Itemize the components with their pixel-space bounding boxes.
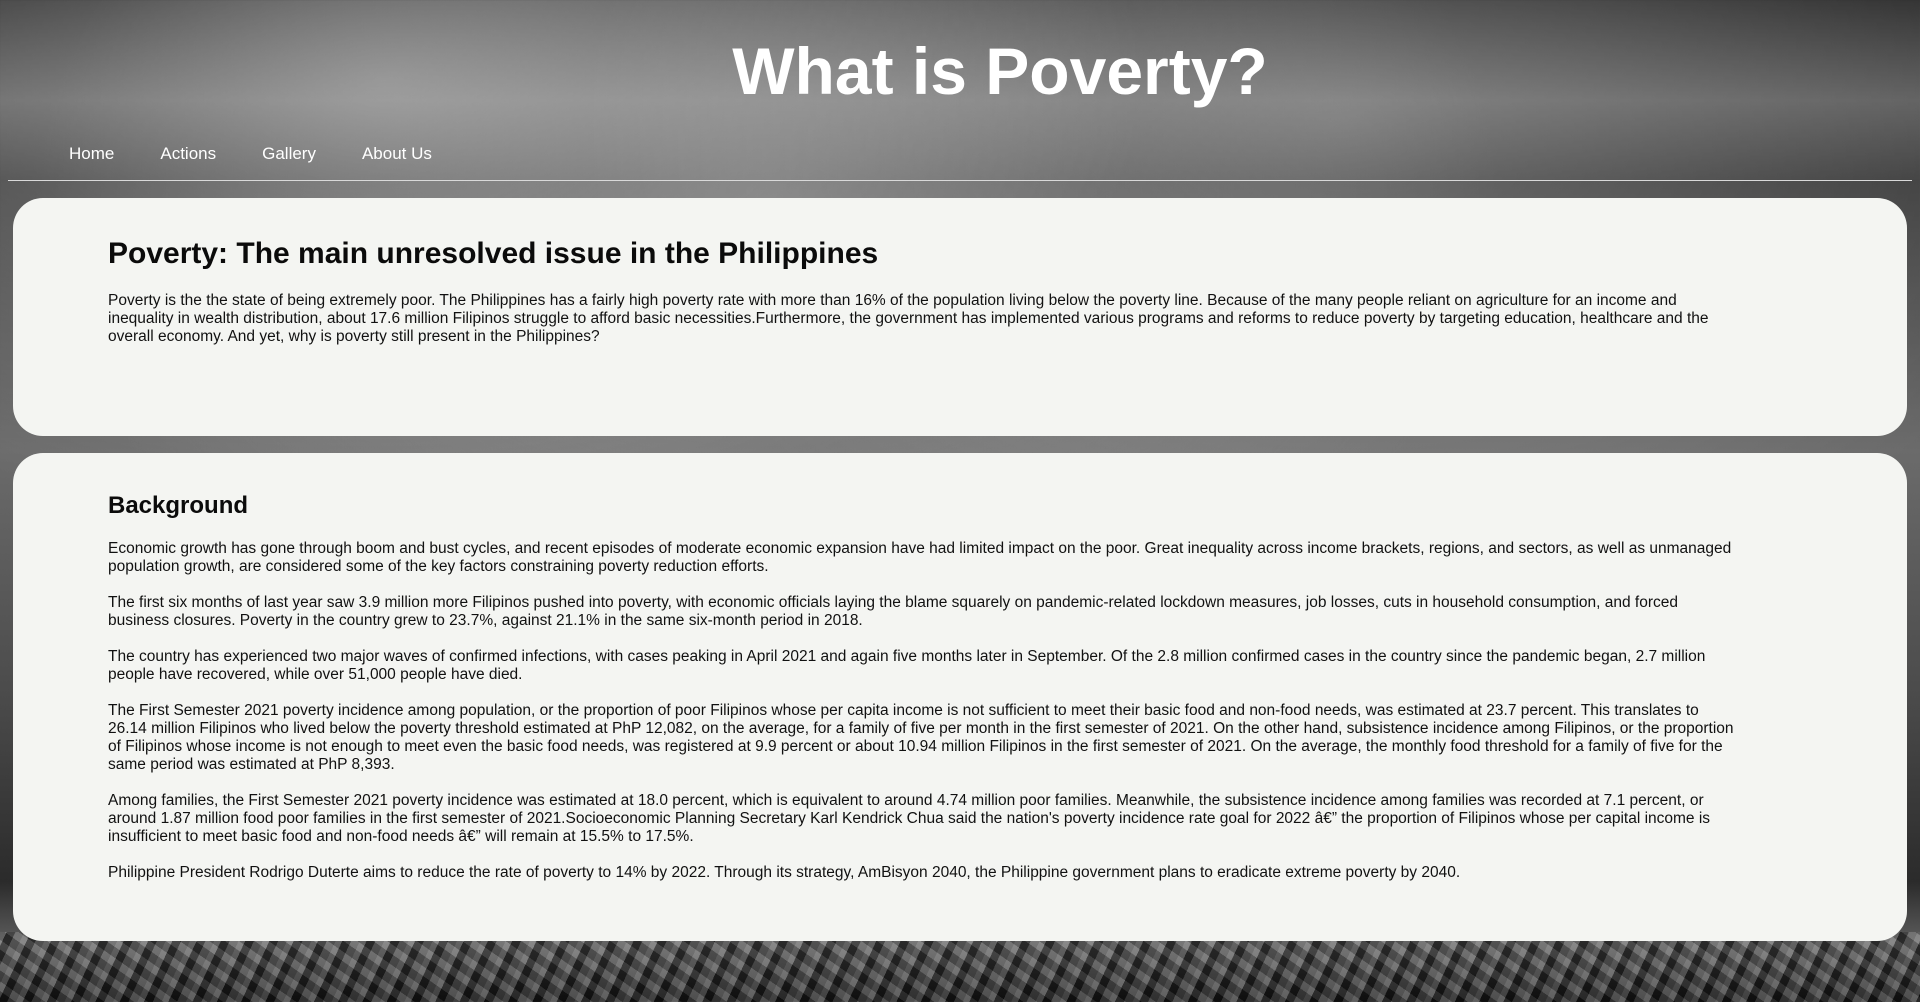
intro-heading: Poverty: The main unresolved issue in th…	[108, 237, 879, 270]
background-heading: Background	[108, 492, 249, 519]
nav-item-home[interactable]: Home	[69, 144, 114, 164]
background-paragraph: Among families, the First Semester 2021 …	[108, 792, 1711, 845]
nav-item-gallery[interactable]: Gallery	[262, 144, 316, 164]
intro-card: Poverty: The main unresolved issue in th…	[13, 198, 1907, 436]
background-paragraph: The country has experienced two major wa…	[108, 648, 1706, 683]
background-rubble-texture	[0, 932, 1920, 1002]
background-paragraph: Philippine President Rodrigo Duterte aim…	[108, 864, 1461, 881]
intro-text: Poverty is the the state of being extrem…	[108, 292, 1709, 345]
nav-item-actions[interactable]: Actions	[160, 144, 216, 164]
background-paragraph: The first six months of last year saw 3.…	[108, 594, 1679, 629]
nav-item-about-us[interactable]: About Us	[362, 144, 432, 164]
background-paragraph: The First Semester 2021 poverty incidenc…	[108, 702, 1734, 773]
nav-divider	[8, 180, 1912, 181]
page-title: What is Poverty?	[732, 34, 1268, 108]
main-nav: Home Actions Gallery About Us	[69, 144, 478, 164]
background-paragraph: Economic growth has gone through boom an…	[108, 540, 1732, 575]
background-card: Background Economic growth has gone thro…	[13, 453, 1907, 941]
